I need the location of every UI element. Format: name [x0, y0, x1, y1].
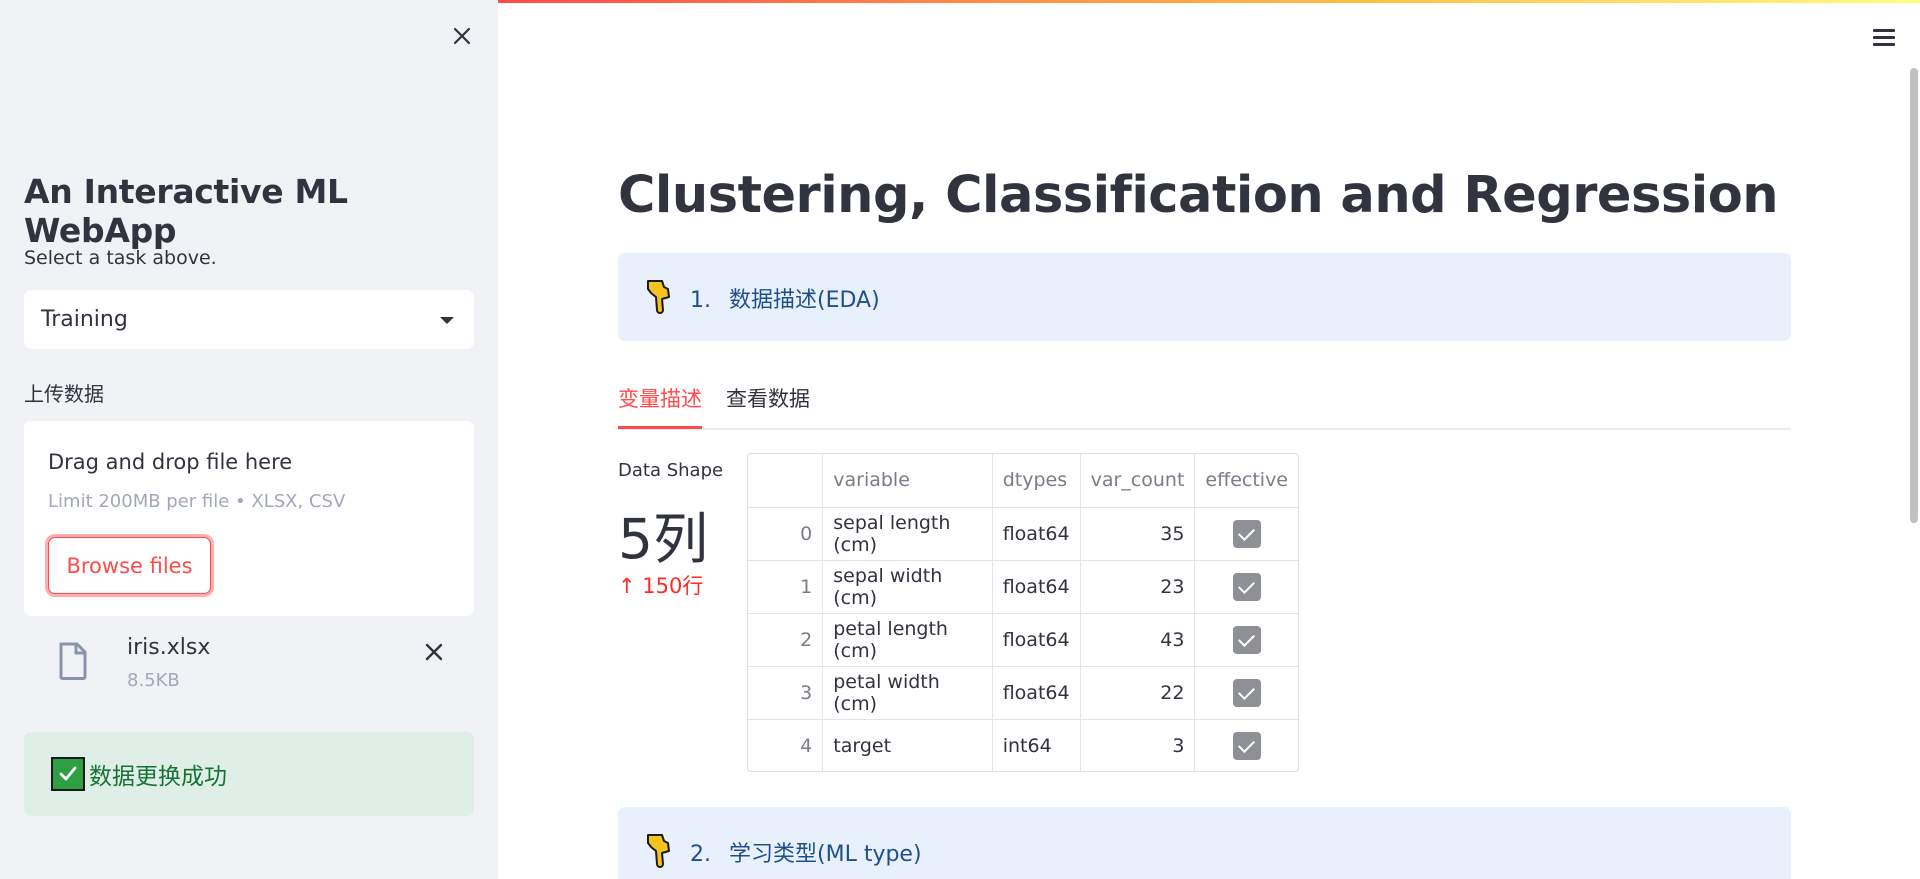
table-row: 0 sepal length (cm) float64 35 — [748, 507, 1298, 561]
cell-variable[interactable]: petal width (cm) — [822, 666, 993, 720]
sidebar: An Interactive ML WebApp Select a task a… — [0, 0, 498, 879]
active-tab-indicator — [618, 426, 702, 429]
browse-files-button[interactable]: Browse files — [48, 537, 211, 594]
close-icon — [453, 27, 471, 45]
section-number: 1. — [690, 288, 711, 313]
file-dropzone[interactable]: Drag and drop file here Limit 200MB per … — [24, 421, 474, 616]
cell-variable[interactable]: petal length (cm) — [822, 613, 993, 667]
metric-value: 5列 — [618, 507, 708, 571]
cell-var-count[interactable]: 3 — [1080, 719, 1196, 771]
task-select-value: Training — [41, 307, 128, 332]
scrollbar[interactable] — [1910, 68, 1918, 523]
cell-dtypes[interactable]: float64 — [992, 507, 1081, 561]
file-icon — [59, 642, 87, 680]
cell-var-count[interactable]: 35 — [1080, 507, 1196, 561]
cell-var-count[interactable]: 22 — [1080, 666, 1196, 720]
row-index: 0 — [748, 507, 824, 561]
dropzone-limit: Limit 200MB per file • XLSX, CSV — [48, 491, 346, 512]
metric-delta-value: 150行 — [642, 574, 704, 598]
checkbox-checked[interactable] — [1232, 572, 1261, 601]
row-index: 4 — [748, 719, 824, 771]
cell-effective[interactable] — [1194, 613, 1298, 667]
cell-effective[interactable] — [1194, 507, 1298, 561]
chevron-down-icon — [440, 317, 454, 324]
arrow-up-icon: ↑ — [618, 574, 636, 598]
section-eda-header: 1. 数据描述(EDA) — [618, 253, 1791, 341]
cell-effective[interactable] — [1195, 719, 1298, 771]
cell-dtypes[interactable]: float64 — [992, 613, 1081, 667]
upload-label: 上传数据 — [24, 382, 104, 406]
row-index: 1 — [748, 560, 824, 614]
table-row: 2 petal length (cm) float64 43 — [748, 613, 1298, 667]
uploaded-file: iris.xlsx 8.5KB — [24, 630, 474, 700]
checkbox-checked[interactable] — [1232, 519, 1261, 548]
metric-delta: ↑ 150行 — [618, 570, 703, 600]
column-header-index[interactable] — [748, 454, 824, 508]
checkbox-checked[interactable] — [1232, 731, 1261, 760]
success-message: 数据更换成功 — [89, 764, 227, 790]
row-index: 3 — [748, 666, 824, 720]
section-title: 数据描述(EDA) — [729, 288, 880, 313]
data-table[interactable]: variable dtypes var_count effective 0 se… — [747, 453, 1299, 772]
check-mark-icon — [51, 757, 85, 791]
row-index: 2 — [748, 613, 824, 667]
cell-var-count[interactable]: 43 — [1080, 613, 1196, 667]
top-decoration-bar — [498, 0, 1920, 3]
cell-variable[interactable]: target — [822, 719, 993, 771]
checkbox-checked[interactable] — [1232, 678, 1261, 707]
cell-effective[interactable] — [1194, 666, 1298, 720]
success-alert: 数据更换成功 — [24, 732, 474, 816]
remove-file-button[interactable] — [420, 638, 448, 666]
section-label: 2. 学习类型(ML type) — [690, 836, 922, 868]
section-title: 学习类型(ML type) — [729, 842, 922, 867]
cell-dtypes[interactable]: float64 — [992, 666, 1081, 720]
tab-variable-description[interactable]: 变量描述 — [618, 383, 702, 425]
section-number: 2. — [690, 842, 711, 867]
cell-dtypes[interactable]: float64 — [992, 560, 1081, 614]
table-header-row: variable dtypes var_count effective — [748, 454, 1298, 508]
tab-bar: 变量描述 查看数据 — [618, 380, 1791, 430]
hamburger-menu-icon — [1873, 29, 1895, 32]
hamburger-line — [1873, 43, 1895, 46]
cell-effective[interactable] — [1194, 560, 1298, 614]
sidebar-close-button[interactable] — [446, 20, 478, 52]
file-name: iris.xlsx — [127, 635, 211, 660]
table-row: 4 target int64 3 — [748, 719, 1298, 771]
pointing-down-hand-icon — [647, 834, 670, 868]
section-ml-type-header: 2. 学习类型(ML type) — [618, 807, 1791, 879]
column-header-dtypes[interactable]: dtypes — [992, 454, 1081, 508]
pointing-down-hand-icon — [647, 280, 670, 314]
table-row: 1 sepal width (cm) float64 23 — [748, 560, 1298, 614]
hamburger-line — [1873, 36, 1895, 39]
task-select[interactable]: Training — [24, 290, 474, 349]
cell-variable[interactable]: sepal width (cm) — [822, 560, 993, 614]
file-size: 8.5KB — [127, 670, 180, 691]
section-label: 1. 数据描述(EDA) — [690, 282, 880, 314]
checkbox-checked[interactable] — [1232, 625, 1261, 654]
metric-label: Data Shape — [618, 460, 724, 481]
table-row: 3 petal width (cm) float64 22 — [748, 666, 1298, 720]
main-menu-button[interactable] — [1870, 26, 1900, 50]
cell-dtypes[interactable]: int64 — [992, 719, 1081, 771]
tab-view-data[interactable]: 查看数据 — [726, 383, 810, 425]
column-header-effective[interactable]: effective — [1194, 454, 1298, 508]
dropzone-title: Drag and drop file here — [48, 450, 293, 474]
column-header-var-count[interactable]: var_count — [1080, 454, 1196, 508]
close-icon — [425, 643, 443, 661]
column-header-variable[interactable]: variable — [822, 454, 993, 508]
page-title: Clustering, Classification and Regressio… — [618, 166, 1779, 225]
cell-var-count[interactable]: 23 — [1080, 560, 1196, 614]
sidebar-title: An Interactive ML WebApp — [24, 172, 348, 250]
sidebar-subtitle: Select a task above. — [24, 247, 217, 269]
cell-variable[interactable]: sepal length (cm) — [822, 507, 993, 561]
